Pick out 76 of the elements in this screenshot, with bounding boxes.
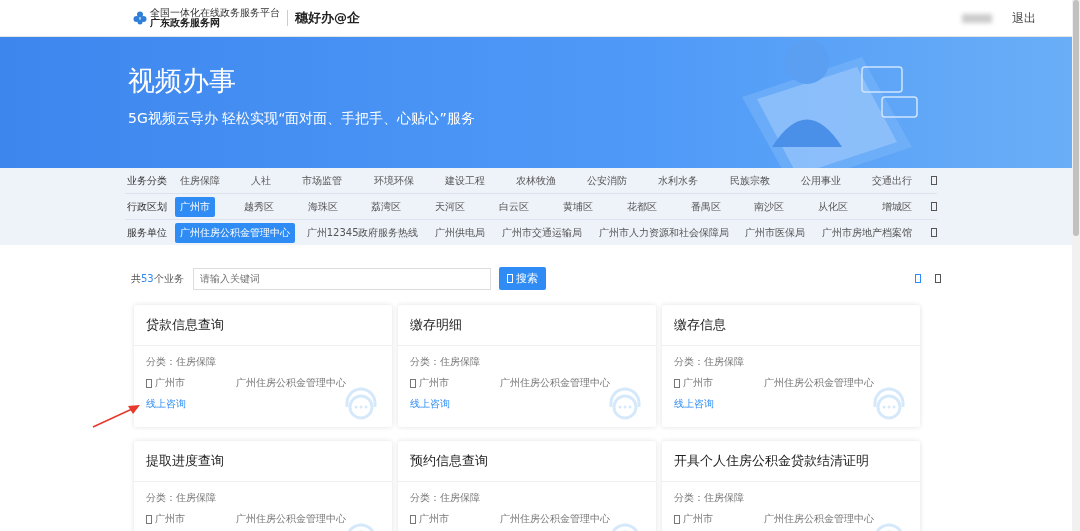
filter-option[interactable]: 越秀区 bbox=[238, 196, 279, 217]
service-card[interactable]: 缴存明细 分类：住房保障 广州市 广州住房公积金管理中心 线上咨询 bbox=[398, 305, 656, 427]
filter-option[interactable]: 海珠区 bbox=[302, 196, 343, 217]
card-org: 广州住房公积金管理中心 bbox=[500, 512, 610, 526]
card-city: 广州市 bbox=[419, 512, 449, 526]
service-card[interactable]: 贷款信息查询 分类：住房保障 广州市 广州住房公积金管理中心 线上咨询 bbox=[134, 305, 392, 427]
card-org: 广州住房公积金管理中心 bbox=[236, 512, 346, 526]
logo-name: 广东政务服务网 bbox=[150, 18, 220, 28]
filter-option[interactable]: 花都区 bbox=[621, 196, 662, 217]
filter-label: 服务单位 bbox=[126, 225, 168, 240]
card-category: 分类：住房保障 bbox=[410, 355, 481, 369]
card-category: 分类：住房保障 bbox=[146, 491, 217, 505]
consult-link[interactable]: 线上咨询 bbox=[146, 397, 186, 411]
service-card[interactable]: 预约信息查询 分类：住房保障 广州市 广州住房公积金管理中心 bbox=[398, 441, 656, 531]
card-category: 分类：住房保障 bbox=[674, 491, 745, 505]
scrollbar[interactable] bbox=[1072, 0, 1080, 531]
filter-label: 行政区划 bbox=[126, 199, 168, 214]
card-title: 提取进度查询 bbox=[134, 441, 392, 482]
blurred-username bbox=[962, 13, 992, 23]
filter-option[interactable]: 公安消防 bbox=[582, 170, 633, 191]
card-org: 广州住房公积金管理中心 bbox=[764, 512, 874, 526]
filter-option[interactable]: 黄埔区 bbox=[557, 196, 598, 217]
filter-option[interactable]: 住房保障 bbox=[175, 170, 225, 191]
banner-title: 视频办事 bbox=[128, 64, 237, 98]
filter-option[interactable]: 水利水务 bbox=[653, 170, 704, 191]
filter-option[interactable]: 从化区 bbox=[813, 196, 854, 217]
service-card[interactable]: 开具个人住房公积金贷款结清证明 分类：住房保障 广州市 广州住房公积金管理中心 bbox=[662, 441, 920, 531]
filter-option[interactable]: 增城区 bbox=[876, 196, 917, 217]
card-category: 分类：住房保障 bbox=[410, 491, 481, 505]
consult-link[interactable]: 线上咨询 bbox=[674, 397, 714, 411]
logo-tagline: 全国一体化在线政务服务平台 bbox=[150, 8, 280, 18]
filter-option[interactable]: 农林牧渔 bbox=[510, 170, 561, 191]
card-title: 预约信息查询 bbox=[398, 441, 656, 482]
filter-option[interactable]: 广州市房地产档案馆 bbox=[816, 222, 917, 243]
card-category: 分类：住房保障 bbox=[674, 355, 745, 369]
card-city: 广州市 bbox=[419, 376, 449, 390]
banner-subtitle: 5G视频云导办 轻松实现“面对面、手把手、心贴心”服务 bbox=[128, 110, 476, 128]
filter-option[interactable]: 环境环保 bbox=[368, 170, 419, 191]
filter-option[interactable]: 番禺区 bbox=[685, 196, 726, 217]
card-city: 广州市 bbox=[155, 376, 185, 390]
annotation-arrow bbox=[92, 403, 142, 429]
consult-link[interactable]: 线上咨询 bbox=[410, 397, 450, 411]
filter-option[interactable]: 交通出行 bbox=[866, 170, 917, 191]
filter-option[interactable]: 公用事业 bbox=[795, 170, 846, 191]
card-city: 广州市 bbox=[683, 376, 713, 390]
filter-label: 业务分类 bbox=[126, 173, 168, 188]
service-card[interactable]: 提取进度查询 分类：住房保障 广州市 广州住房公积金管理中心 bbox=[134, 441, 392, 531]
filter-option[interactable]: 南沙区 bbox=[749, 196, 790, 217]
card-org: 广州住房公积金管理中心 bbox=[500, 376, 610, 390]
card-title: 贷款信息查询 bbox=[134, 305, 392, 346]
result-count: 共53个业务 bbox=[131, 271, 185, 286]
filter-option[interactable]: 天河区 bbox=[430, 196, 471, 217]
filter-option[interactable]: 人社 bbox=[246, 170, 277, 191]
card-title: 缴存信息 bbox=[662, 305, 920, 346]
search-field[interactable]: 请输入关键词 bbox=[193, 267, 491, 290]
card-org: 广州住房公积金管理中心 bbox=[236, 376, 346, 390]
app-name: 穗好办@企 bbox=[295, 9, 360, 27]
filter-option[interactable]: 市场监管 bbox=[297, 170, 348, 191]
card-title: 开具个人住房公积金贷款结清证明 bbox=[662, 441, 920, 482]
card-title: 缴存明细 bbox=[398, 305, 656, 346]
logout-link[interactable]: 退出 bbox=[1012, 9, 1036, 27]
filter-option[interactable]: 广州市交通运输局 bbox=[496, 222, 587, 243]
filter-option[interactable]: 广州供电局 bbox=[430, 222, 491, 243]
filter-option[interactable]: 荔湾区 bbox=[366, 196, 407, 217]
card-category: 分类：住房保障 bbox=[146, 355, 217, 369]
card-org: 广州住房公积金管理中心 bbox=[764, 376, 874, 390]
card-city: 广州市 bbox=[683, 512, 713, 526]
logo-icon bbox=[133, 11, 147, 25]
card-city: 广州市 bbox=[155, 512, 185, 526]
filter-option[interactable]: 广州市人力资源和社会保障局 bbox=[593, 222, 734, 243]
service-card[interactable]: 缴存信息 分类：住房保障 广州市 广州住房公积金管理中心 线上咨询 bbox=[662, 305, 920, 427]
filter-option[interactable]: 白云区 bbox=[494, 196, 535, 217]
filter-option[interactable]: 民族宗教 bbox=[724, 170, 775, 191]
filter-option[interactable]: 广州12345政府服务热线 bbox=[301, 222, 424, 243]
filter-option[interactable]: 建设工程 bbox=[439, 170, 490, 191]
filter-option[interactable]: 广州市医保局 bbox=[740, 222, 811, 243]
